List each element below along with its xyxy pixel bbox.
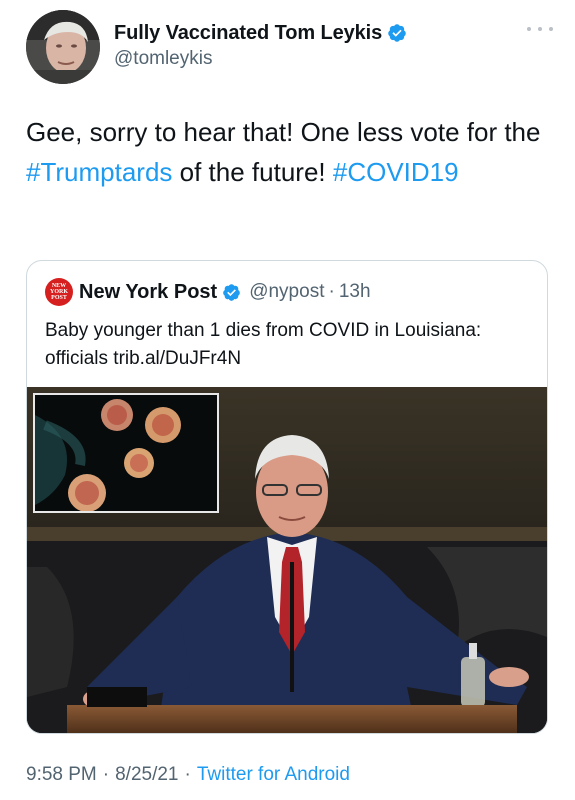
dot: [549, 27, 553, 31]
more-dots-icon[interactable]: [527, 22, 553, 36]
coronavirus-image: [35, 395, 217, 511]
tweet-time[interactable]: 9:58 PM: [26, 764, 97, 786]
nypost-avatar: NEW YORK POST: [45, 278, 73, 306]
quoted-handle[interactable]: @nypost: [249, 281, 324, 303]
tweet-text-part2: of the future!: [172, 157, 333, 187]
quoted-tweet-text: Baby younger than 1 dies from COVID in L…: [45, 320, 482, 369]
footer-separator: ·: [102, 764, 110, 785]
display-name-row: Fully Vaccinated Tom Leykis: [114, 20, 407, 46]
quoted-tweet-card[interactable]: NEW YORK POST New York Post @nypost · 13…: [26, 260, 548, 734]
tweet-header: Fully Vaccinated Tom Leykis @tomleykis: [26, 8, 553, 86]
quoted-tweet-header: NEW YORK POST New York Post @nypost · 13…: [45, 277, 371, 307]
virus-inset-image: [33, 393, 219, 513]
tweet-footer: 9:58 PM · 8/25/21 · Twitter for Android: [26, 764, 350, 786]
hashtag-covid19[interactable]: #COVID19: [333, 157, 459, 187]
verified-badge-icon: [223, 283, 241, 301]
dot: [527, 27, 531, 31]
author-display-name[interactable]: Fully Vaccinated Tom Leykis: [114, 22, 382, 45]
dot: [538, 27, 542, 31]
quoted-timestamp[interactable]: 13h: [339, 281, 371, 303]
avatar-image: [26, 10, 100, 84]
author-names: Fully Vaccinated Tom Leykis @tomleykis: [114, 20, 407, 70]
hashtag-trumptards[interactable]: #Trumptards: [26, 157, 172, 187]
avatar[interactable]: [26, 10, 100, 84]
quoted-display-name[interactable]: New York Post: [79, 281, 217, 304]
author-handle[interactable]: @tomleykis: [114, 48, 407, 70]
tweet-date[interactable]: 8/25/21: [115, 764, 178, 786]
verified-badge-icon: [388, 24, 406, 42]
quoted-separator: ·: [328, 281, 335, 302]
nypost-logo-text: NEW YORK POST: [50, 283, 68, 301]
tweet-text-part1: Gee, sorry to hear that! One less vote f…: [26, 117, 541, 147]
footer-separator: ·: [184, 764, 191, 785]
tweet-source-link[interactable]: Twitter for Android: [197, 764, 350, 786]
tweet-text: Gee, sorry to hear that! One less vote f…: [26, 112, 546, 192]
quoted-tweet-image[interactable]: [27, 387, 547, 733]
